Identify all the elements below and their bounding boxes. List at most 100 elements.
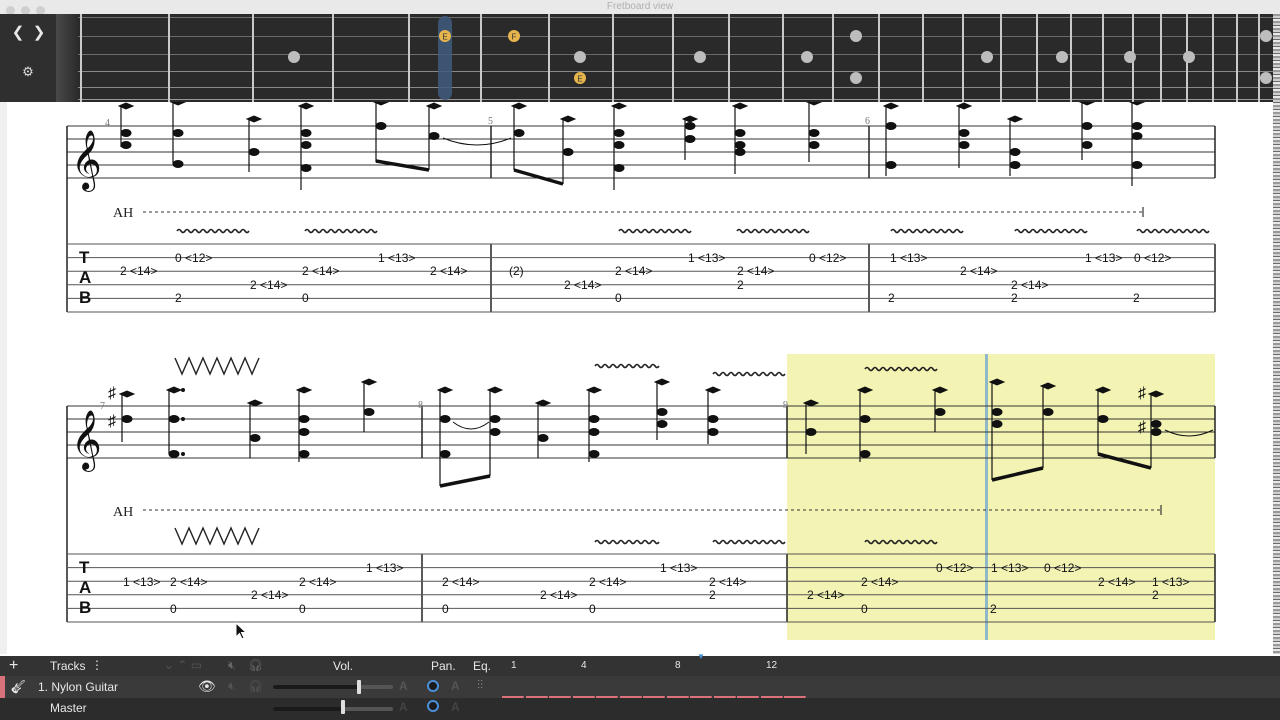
note-chord — [704, 386, 722, 444]
tab-note: 0 <12> — [1134, 251, 1171, 265]
master-volume-automation-button[interactable]: A — [399, 700, 408, 714]
tab-note: 1 <13> — [366, 561, 403, 575]
note-chord — [1006, 115, 1024, 176]
system-1: 𝄞 4 5 6 AH T A B 0 <12> 1 <13> 1 <13> 0 … — [66, 102, 1216, 313]
svg-text:B: B — [79, 288, 91, 307]
tab-note: 2 <14> — [442, 575, 479, 589]
note-chord — [295, 386, 313, 462]
track-name[interactable]: 1. Nylon Guitar — [38, 680, 118, 694]
volume-slider[interactable] — [273, 685, 393, 689]
note-chord — [585, 386, 603, 462]
note-chord — [1128, 102, 1146, 186]
tab-note: 2 <14> — [1098, 575, 1135, 589]
eye-icon[interactable]: 👁︎ — [198, 678, 216, 695]
solo-headphones-icon[interactable]: 🎧︎ — [248, 679, 263, 693]
tab-note: 1 <13> — [1152, 575, 1189, 589]
volume-slider-thumb[interactable] — [357, 680, 361, 694]
tab-note: 1 <13> — [123, 575, 160, 589]
bar-number-12[interactable]: 12 — [766, 660, 777, 671]
bar-number-4[interactable]: 4 — [581, 660, 587, 671]
track-row-nylon-guitar[interactable]: 🎸︎ 1. Nylon Guitar 👁︎ 🔇︎ 🎧︎ A A ⫶⫶ — [0, 676, 1280, 717]
measure-number-9: 9 — [783, 400, 788, 411]
tab-note: 2 — [175, 291, 182, 305]
tab-note: 2 <14> — [302, 264, 339, 278]
master-pan-automation-button[interactable]: A — [451, 700, 460, 714]
master-pan-knob[interactable] — [427, 700, 439, 712]
gear-icon[interactable]: ⚙ — [20, 64, 36, 80]
note-chord — [510, 102, 528, 170]
tab-note: 2 <14> — [170, 575, 207, 589]
playhead-marker-icon[interactable]: ▼ — [697, 652, 705, 661]
svg-text:A: A — [79, 578, 91, 597]
note-chord — [436, 386, 454, 486]
tab-note: 0 — [442, 602, 449, 616]
svg-text:♯: ♯ — [108, 385, 116, 402]
plus-icon[interactable]: + — [9, 657, 18, 675]
svg-text:E: E — [442, 33, 447, 42]
mute-icon[interactable]: 🔇︎ — [228, 679, 236, 694]
svg-text:E: E — [577, 75, 582, 84]
bar-number-8[interactable]: 8 — [675, 660, 681, 671]
playback-cursor[interactable] — [985, 354, 988, 640]
svg-text:T: T — [79, 248, 90, 267]
master-volume-slider-thumb[interactable] — [341, 700, 345, 714]
fretboard[interactable]: E F E — [56, 14, 1273, 102]
collapse-icon[interactable]: ⌄ ⌃ ▭ — [164, 658, 202, 672]
mute-all-icon[interactable]: 🔇︎ — [228, 658, 236, 673]
tab-note: 2 — [888, 291, 895, 305]
note-chord — [653, 378, 671, 440]
track-row-master[interactable]: Master A A — [0, 698, 1280, 720]
tab-note: 0 <12> — [1044, 561, 1081, 575]
treble-clef-icon: 𝄞 — [71, 130, 102, 192]
svg-text:A: A — [79, 268, 91, 287]
measure-number-7: 7 — [100, 401, 105, 412]
chevron-left-icon[interactable]: ❮ — [10, 24, 26, 42]
tab-note: 0 <12> — [809, 251, 846, 265]
headphones-icon[interactable]: 🎧︎ — [248, 658, 263, 672]
tab-note: 2 <14> — [861, 575, 898, 589]
window-titlebar: Fretboard view — [0, 0, 1280, 15]
tab-note: 2 — [990, 602, 997, 616]
master-track-name: Master — [50, 701, 87, 715]
measure-number-4: 4 — [105, 118, 110, 129]
bar-number-1[interactable]: 1 — [511, 660, 517, 671]
tracks-panel: + Tracks ⋮ ⌄ ⌃ ▭ 🔇︎ 🎧︎ Vol. Pan. Eq. 1 4… — [0, 652, 1280, 720]
tab-note: 1 <13> — [688, 251, 725, 265]
measure-number-6: 6 — [865, 116, 870, 127]
pan-knob[interactable] — [427, 680, 439, 692]
note-chord: ♯♯ — [108, 385, 136, 442]
tracks-header: + Tracks ⋮ ⌄ ⌃ ▭ 🔇︎ 🎧︎ Vol. Pan. Eq. 1 4… — [0, 652, 1280, 676]
measure-number-8: 8 — [418, 400, 423, 411]
tab-note: 0 — [302, 291, 309, 305]
pan-automation-button[interactable]: A — [451, 679, 460, 693]
note-chord — [165, 386, 185, 458]
master-volume-slider[interactable] — [273, 707, 393, 711]
tab-note: 2 <14> — [615, 264, 652, 278]
guitar-icon: 🎸︎ — [10, 679, 27, 694]
equalizer-icon[interactable]: ⫶⫶ — [477, 678, 483, 693]
note-chord — [372, 102, 390, 162]
tab-note: 1 <13> — [890, 251, 927, 265]
fretboard-controls: ❮ ❯ ⚙ — [0, 14, 56, 102]
chevron-right-icon[interactable]: ❯ — [31, 24, 47, 42]
tab-note: 2 <14> — [1011, 278, 1048, 292]
vibrato-marks — [176, 228, 1210, 234]
tab-note: 2 — [709, 588, 716, 602]
treble-clef-icon: 𝄞 — [71, 410, 102, 472]
track-color-strip — [0, 676, 5, 698]
kebab-menu-icon[interactable]: ⋮ — [91, 658, 103, 672]
tab-note: 2 <14> — [564, 278, 601, 292]
technique-label-ah: AH — [113, 206, 133, 221]
volume-automation-button[interactable]: A — [399, 679, 408, 693]
window-title: Fretboard view — [606, 1, 674, 12]
note-chord — [610, 102, 628, 190]
note-chord — [425, 102, 443, 170]
note-chord — [169, 102, 187, 168]
tab-note: 2 <14> — [430, 264, 467, 278]
notation-notes — [117, 102, 1146, 190]
fret-selection-marker[interactable] — [438, 16, 452, 100]
tab-note: 0 — [589, 602, 596, 616]
note-chord — [297, 102, 315, 190]
score-view[interactable]: 𝄞 4 5 6 AH T A B 0 <12> 1 <13> 1 <13> 0 … — [7, 102, 1273, 654]
tab-note: 0 — [299, 602, 306, 616]
